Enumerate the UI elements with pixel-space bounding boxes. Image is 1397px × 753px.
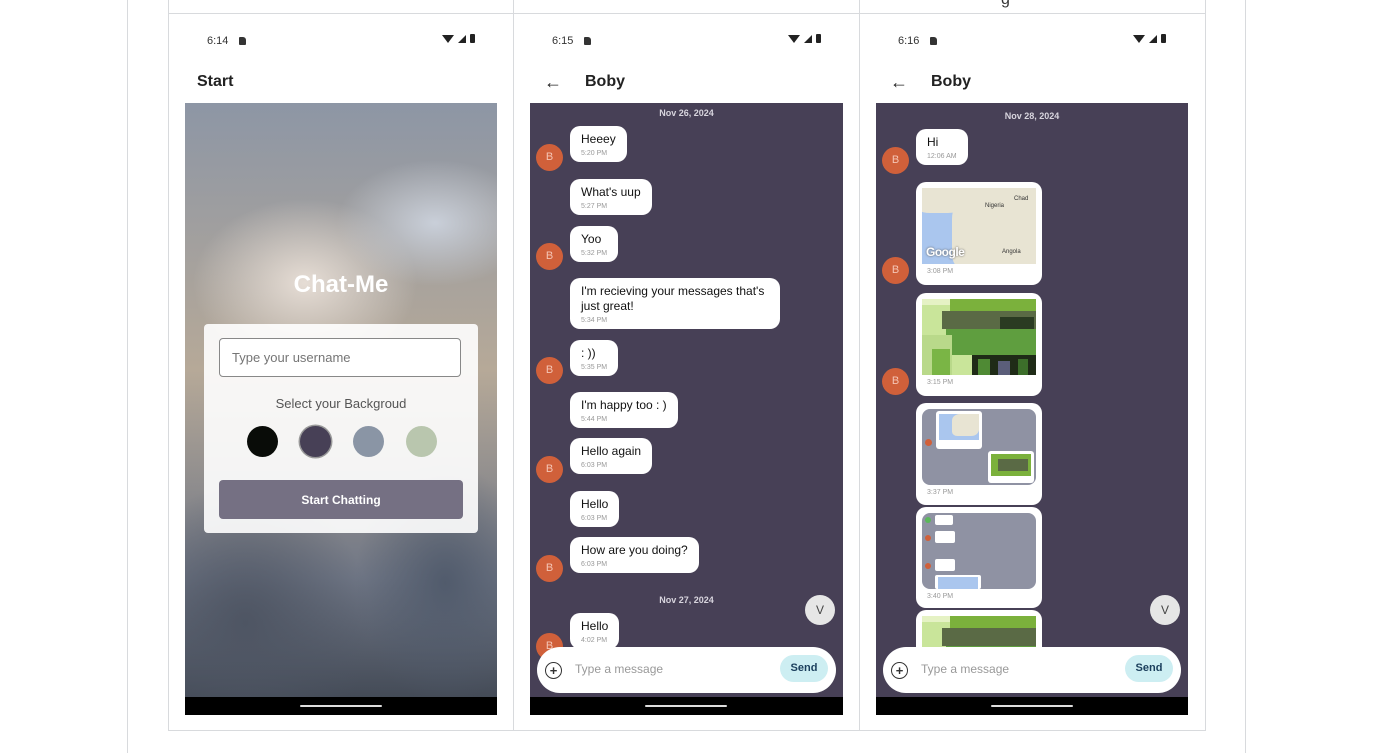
sd-card-icon xyxy=(930,37,937,45)
nav-bar xyxy=(876,697,1188,715)
signal-icon xyxy=(458,34,466,43)
message-bubble: : )) 5:35 PM xyxy=(570,340,619,376)
start-chatting-button[interactable]: Start Chatting xyxy=(219,480,463,519)
app-bar: ← Boby xyxy=(530,62,843,103)
background-label: Select your Backgroud xyxy=(275,396,407,411)
table-header-row: g xyxy=(169,0,1205,14)
message-bubble: Hello 4:02 PM xyxy=(570,613,620,649)
google-logo: Google xyxy=(926,245,965,259)
day-separator: Nov 27, 2024 xyxy=(659,595,714,605)
swatch-purple[interactable] xyxy=(300,426,331,457)
pixel-art-image[interactable] xyxy=(922,299,1036,375)
back-arrow-icon[interactable]: ← xyxy=(890,72,908,93)
column-divider xyxy=(513,0,514,731)
message-input[interactable]: Type a message xyxy=(575,662,663,676)
status-time: 6:14 xyxy=(207,35,229,47)
avatar: B xyxy=(536,555,563,582)
page-title: Start xyxy=(197,73,234,90)
chat-title: Boby xyxy=(931,73,971,90)
avatar: B xyxy=(536,243,563,270)
battery-icon xyxy=(470,34,475,43)
sd-card-icon xyxy=(584,37,591,45)
screenshot-thumbnail[interactable] xyxy=(922,409,1036,485)
message-composer: + Type a message Send xyxy=(537,647,836,693)
home-handle[interactable] xyxy=(991,705,1073,707)
signal-icon xyxy=(804,34,812,43)
avatar: B xyxy=(536,144,563,171)
username-input[interactable] xyxy=(219,338,461,377)
chat-area[interactable]: Nov 26, 2024 Heeey 5:20 PM B What's uup 5:… xyxy=(530,103,843,697)
status-bar: 6:14 xyxy=(185,20,497,62)
message-bubble: Hi 12:06 AM xyxy=(916,129,968,165)
app-bar: Start xyxy=(185,62,497,103)
battery-icon xyxy=(1161,34,1166,43)
map-message[interactable]: Chad Nigeria Angola Google 3:08 PM xyxy=(916,182,1042,285)
status-time: 6:15 xyxy=(552,35,574,47)
sd-card-icon xyxy=(239,37,246,45)
send-button[interactable]: Send xyxy=(1125,655,1173,682)
map-thumbnail[interactable]: Chad Nigeria Angola Google xyxy=(922,188,1036,264)
message-bubble: Heeey 5:20 PM xyxy=(570,126,627,162)
avatar: B xyxy=(882,147,909,174)
chat-screen-phone-2: 6:16 ← Boby Nov 28, 2024 Hi 12:06 AM B Ch… xyxy=(876,20,1188,715)
chat-area[interactable]: Nov 28, 2024 Hi 12:06 AM B Chad Nigeria A… xyxy=(876,103,1188,697)
home-handle[interactable] xyxy=(645,705,727,707)
wifi-icon xyxy=(442,34,454,43)
back-arrow-icon[interactable]: ← xyxy=(544,72,562,93)
start-card: Select your Backgroud Start Chatting xyxy=(204,324,478,533)
day-separator: Nov 26, 2024 xyxy=(659,108,714,118)
screenshot-message[interactable]: 3:37 PM xyxy=(916,403,1042,505)
chat-screen-phone: 6:15 ← Boby Nov 26, 2024 Heeey 5:20 PM B … xyxy=(530,20,843,715)
start-screen-phone: 6:14 Start Chat-Me Select your Backgroud… xyxy=(185,20,497,715)
avatar: B xyxy=(882,257,909,284)
scroll-down-button[interactable]: V xyxy=(1150,595,1180,625)
screenshot-message[interactable]: 3:40 PM xyxy=(916,507,1042,608)
nav-bar xyxy=(185,697,497,715)
screenshot-thumbnail[interactable] xyxy=(922,513,1036,589)
status-time: 6:16 xyxy=(898,35,920,47)
nav-bar xyxy=(530,697,843,715)
avatar: B xyxy=(536,456,563,483)
signal-icon xyxy=(1149,34,1157,43)
avatar: B xyxy=(536,357,563,384)
swatch-gray[interactable] xyxy=(353,426,384,457)
message-bubble: Hello again 6:03 PM xyxy=(570,438,653,474)
home-handle[interactable] xyxy=(300,705,382,707)
status-bar: 6:15 xyxy=(530,20,843,62)
day-separator: Nov 28, 2024 xyxy=(1004,111,1060,121)
header-text-fragment: g xyxy=(1001,0,1010,9)
swatch-black[interactable] xyxy=(247,426,278,457)
message-composer: + Type a message Send xyxy=(883,647,1181,693)
image-message[interactable]: 3:15 PM xyxy=(916,293,1042,396)
send-button[interactable]: Send xyxy=(780,655,828,682)
app-bar: ← Boby xyxy=(876,62,1188,103)
app-name: Chat-Me xyxy=(293,271,389,298)
wifi-icon xyxy=(1133,34,1145,43)
battery-icon xyxy=(816,34,821,43)
chat-title: Boby xyxy=(585,73,625,90)
swatch-green[interactable] xyxy=(406,426,437,457)
column-divider xyxy=(859,0,860,731)
background-swatches xyxy=(247,426,437,457)
message-bubble: What's uup 5:27 PM xyxy=(570,179,652,215)
message-bubble: I'm recieving your messages that's just … xyxy=(570,278,780,329)
message-bubble: Yoo 5:32 PM xyxy=(570,226,619,262)
background-photo: Chat-Me Select your Backgroud Start Chat… xyxy=(185,103,497,697)
message-bubble: I'm happy too : ) 5:44 PM xyxy=(570,392,678,428)
message-bubble: How are you doing? 6:03 PM xyxy=(570,537,699,573)
status-bar: 6:16 xyxy=(876,20,1188,62)
message-input[interactable]: Type a message xyxy=(921,662,1009,676)
add-attachment-icon[interactable]: + xyxy=(891,662,908,679)
wifi-icon xyxy=(788,34,800,43)
scroll-down-button[interactable]: V xyxy=(805,595,835,625)
add-attachment-icon[interactable]: + xyxy=(545,662,562,679)
message-bubble: Hello 6:03 PM xyxy=(570,491,620,527)
avatar: B xyxy=(882,368,909,395)
